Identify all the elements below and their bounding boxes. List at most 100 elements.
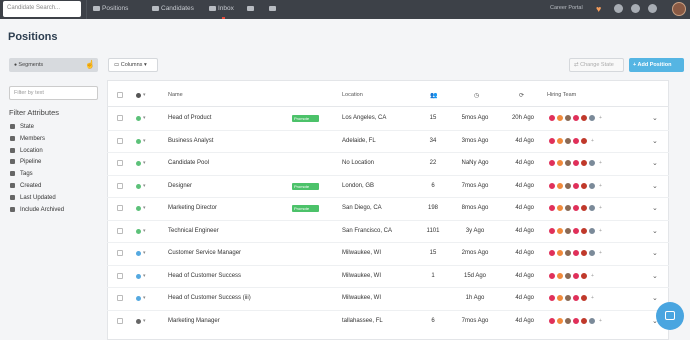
row-checkbox[interactable] xyxy=(117,317,123,324)
avatar[interactable] xyxy=(564,316,572,325)
refresh-icon[interactable]: ⟳ xyxy=(519,92,524,99)
avatar[interactable] xyxy=(580,181,588,190)
chevron-down-icon[interactable]: ▾ xyxy=(143,183,146,189)
chevron-down-icon[interactable]: ⌄ xyxy=(652,249,658,257)
status-filter-dot[interactable] xyxy=(136,93,141,98)
avatar[interactable] xyxy=(580,249,588,257)
chevron-down-icon[interactable]: ▾ xyxy=(143,205,146,211)
avatar[interactable] xyxy=(572,204,580,212)
avatar[interactable] xyxy=(556,226,564,235)
add-member-icon[interactable]: + xyxy=(599,183,602,189)
heart-icon[interactable]: ♥ xyxy=(596,4,601,14)
add-member-icon[interactable]: + xyxy=(591,295,594,301)
avatar[interactable] xyxy=(564,114,572,122)
avatar[interactable] xyxy=(588,159,596,167)
gear-icon[interactable] xyxy=(648,4,657,13)
avatar[interactable] xyxy=(548,271,556,280)
avatar[interactable] xyxy=(572,114,580,122)
row-checkbox[interactable] xyxy=(117,115,123,121)
candidate-search-input[interactable]: Candidate Search... xyxy=(3,1,81,17)
chevron-down-icon[interactable]: ▾ xyxy=(143,115,146,121)
position-name-link[interactable]: Business Analyst xyxy=(168,138,213,144)
avatar[interactable] xyxy=(548,226,556,235)
nav-positions[interactable]: Positions xyxy=(93,5,128,12)
status-dot[interactable] xyxy=(136,183,141,189)
chevron-down-icon[interactable]: ▾ xyxy=(143,92,146,98)
avatar[interactable] xyxy=(588,316,596,325)
status-dot[interactable] xyxy=(136,138,141,144)
chevron-down-icon[interactable]: ⌄ xyxy=(652,182,658,190)
status-dot[interactable] xyxy=(136,116,141,121)
row-checkbox[interactable] xyxy=(117,160,123,166)
chevron-down-icon[interactable]: ⌄ xyxy=(652,294,658,302)
filter-item[interactable]: Tags xyxy=(10,171,33,177)
row-checkbox[interactable] xyxy=(117,295,123,301)
candidates-count-icon[interactable]: 👥 xyxy=(430,92,437,99)
filter-text-input[interactable]: Filter by text xyxy=(9,86,98,100)
career-portal-link[interactable]: Career Portal xyxy=(550,5,583,11)
chevron-down-icon[interactable]: ▾ xyxy=(143,160,146,166)
promote-badge[interactable]: Promote xyxy=(292,182,319,190)
chevron-down-icon[interactable]: ⌄ xyxy=(652,272,658,280)
avatar[interactable] xyxy=(580,114,588,122)
row-checkbox[interactable] xyxy=(117,272,123,279)
columns-button[interactable]: ▭ Columns ▾ xyxy=(108,58,158,72)
avatar[interactable] xyxy=(580,294,588,302)
position-name-link[interactable]: Candidate Pool xyxy=(168,160,209,166)
chevron-down-icon[interactable]: ⌄ xyxy=(652,114,658,122)
add-member-icon[interactable]: + xyxy=(599,318,602,324)
row-checkbox[interactable] xyxy=(117,250,123,256)
avatar[interactable] xyxy=(548,204,556,212)
avatar[interactable] xyxy=(580,271,588,280)
filter-item[interactable]: Include Archived xyxy=(10,206,64,213)
avatar[interactable] xyxy=(556,294,564,302)
position-name-link[interactable]: Designer xyxy=(168,183,192,189)
avatar[interactable] xyxy=(556,316,564,325)
position-name-link[interactable]: Head of Customer Success (iii) xyxy=(168,295,251,301)
filter-item[interactable]: Location xyxy=(10,147,43,154)
row-checkbox[interactable] xyxy=(117,205,123,211)
row-checkbox[interactable] xyxy=(117,182,123,189)
avatar[interactable] xyxy=(564,271,572,280)
avatar[interactable] xyxy=(548,181,556,190)
avatar[interactable] xyxy=(572,249,580,257)
add-member-icon[interactable]: + xyxy=(591,138,594,144)
add-position-button[interactable]: + Add Position xyxy=(629,58,684,72)
status-dot[interactable] xyxy=(136,251,141,256)
avatar[interactable] xyxy=(572,226,580,235)
avatar[interactable] xyxy=(564,226,572,235)
add-member-icon[interactable]: + xyxy=(599,250,602,256)
avatar[interactable] xyxy=(572,294,580,302)
chevron-down-icon[interactable]: ⌄ xyxy=(652,204,658,212)
avatar[interactable] xyxy=(564,181,572,190)
add-member-icon[interactable]: + xyxy=(599,228,602,234)
position-name-link[interactable]: Head of Customer Success xyxy=(168,273,241,279)
avatar[interactable] xyxy=(580,136,588,145)
bell-icon[interactable] xyxy=(614,4,623,13)
add-member-icon[interactable]: + xyxy=(599,160,602,166)
avatar[interactable] xyxy=(588,226,596,235)
avatar[interactable] xyxy=(556,136,564,145)
add-member-icon[interactable]: + xyxy=(599,205,602,211)
avatar[interactable] xyxy=(564,159,572,167)
chevron-down-icon[interactable]: ▾ xyxy=(143,250,146,256)
chevron-down-icon[interactable]: ⌄ xyxy=(652,159,658,167)
avatar[interactable] xyxy=(588,181,596,190)
status-dot[interactable] xyxy=(136,206,141,211)
column-header-name[interactable]: Name xyxy=(168,92,183,98)
avatar[interactable] xyxy=(572,271,580,280)
avatar[interactable] xyxy=(556,204,564,212)
status-dot[interactable] xyxy=(136,161,141,166)
position-name-link[interactable]: Technical Engineer xyxy=(168,228,219,234)
status-dot[interactable] xyxy=(136,228,141,234)
avatar[interactable] xyxy=(564,249,572,257)
add-member-icon[interactable]: + xyxy=(591,273,594,279)
avatar[interactable] xyxy=(548,136,556,145)
change-state-button[interactable]: ⇄ Change State xyxy=(569,58,624,72)
avatar[interactable] xyxy=(548,294,556,302)
avatar[interactable] xyxy=(580,204,588,212)
avatar[interactable] xyxy=(548,316,556,325)
avatar[interactable] xyxy=(564,204,572,212)
nav-calendar[interactable] xyxy=(247,5,256,12)
nav-inbox[interactable]: Inbox xyxy=(209,5,234,12)
